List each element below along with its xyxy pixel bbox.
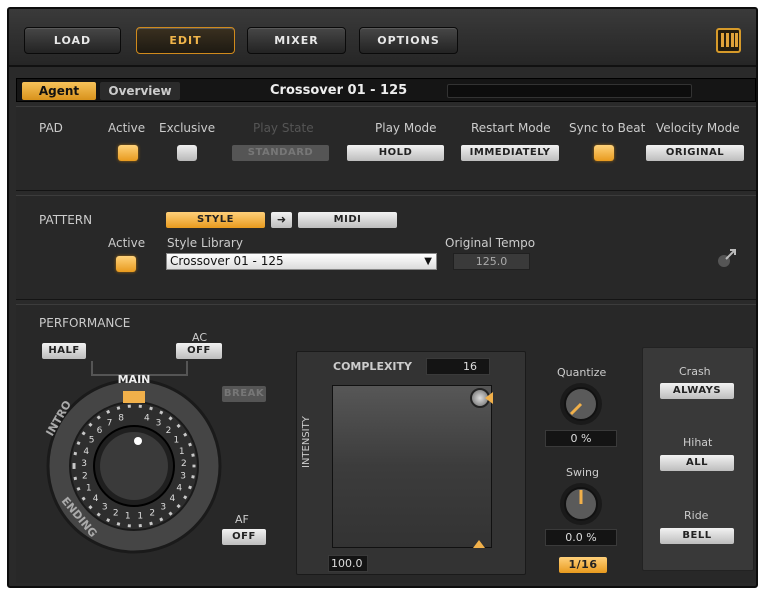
play-state-label: Play State [253,121,314,135]
pad-title: PAD [39,121,63,135]
restart-mode-label: Restart Mode [471,121,551,135]
tab-overview[interactable]: Overview [100,82,180,100]
pattern-progress-bar [447,84,692,98]
ride-button[interactable]: BELL [660,528,734,544]
style-library-label: Style Library [167,236,243,250]
crash-button[interactable]: ALWAYS [660,383,734,399]
expand-icon[interactable] [715,246,739,270]
wheel-number: 7 [107,418,113,428]
cymbal-panel: Crash ALWAYS Hihat ALL Ride BELL [642,347,754,571]
pattern-title: PATTERN [39,213,93,227]
intensity-value[interactable]: 100.0 [328,555,368,572]
arrow-right-icon[interactable]: ➜ [271,212,292,228]
intensity-marker-icon [473,540,485,548]
quantize-value[interactable]: 0 % [545,430,617,447]
ac-button[interactable]: OFF [176,343,222,359]
crash-label: Crash [679,365,711,378]
wheel-number: 1 [179,447,185,457]
play-mode-button[interactable]: HOLD [347,145,444,161]
options-tab-button[interactable]: OPTIONS [359,27,458,54]
pattern-name-title: Crossover 01 - 125 [270,83,408,98]
xy-pad-panel: COMPLEXITY 16 INTENSITY 100.0 [296,351,526,575]
swing-label: Swing [566,466,599,479]
half-button[interactable]: HALF [42,343,86,359]
hihat-button[interactable]: ALL [660,455,734,471]
wheel-number: 3 [102,503,108,513]
load-tab-button[interactable]: LOAD [24,27,121,54]
wheel-knob-pointer [134,437,142,445]
main-label: MAIN [118,373,151,386]
mixer-tab-button[interactable]: MIXER [247,27,346,54]
pattern-section: PATTERN STYLE ➜ MIDI Active Style Librar… [16,195,756,300]
style-button[interactable]: STYLE [166,212,265,228]
wheel-number: 8 [118,414,124,424]
wheel-number: 4 [144,414,150,424]
wheel-number: 4 [176,484,182,494]
quantize-knob[interactable] [556,381,606,427]
original-tempo-field[interactable]: 125.0 [453,253,530,270]
wheel-number: 3 [156,418,162,428]
chevron-down-icon: ▼ [424,256,432,267]
hihat-label: Hihat [683,436,713,449]
intensity-label: INTENSITY [301,416,312,468]
complexity-label: COMPLEXITY [333,360,412,373]
pattern-active-toggle[interactable] [116,256,136,272]
wheel-number: 4 [170,494,176,504]
wheel-number: 3 [180,472,186,482]
pad-active-label: Active [108,121,146,135]
exclusive-label: Exclusive [159,121,216,135]
performance-title: PERFORMANCE [39,316,131,330]
restart-mode-button[interactable]: IMMEDIATELY [461,145,559,161]
wheel-number: 1 [86,484,92,494]
style-library-value: Crossover 01 - 125 [170,254,284,268]
sync-to-beat-label: Sync to Beat [569,121,646,135]
swing-value[interactable]: 0.0 % [545,529,617,546]
quantize-label: Quantize [557,366,607,379]
midi-button[interactable]: MIDI [298,212,397,228]
pattern-active-label: Active [108,236,146,250]
wheel-number: 2 [82,472,88,482]
play-state-button[interactable]: STANDARD [232,145,329,161]
velocity-mode-button[interactable]: ORIGINAL [646,145,744,161]
wheel-number: 1 [137,512,143,522]
ride-label: Ride [684,509,709,522]
wheel-number: 2 [113,509,119,519]
wheel-number: 4 [93,494,99,504]
wheel-number: 3 [160,503,166,513]
sync-to-beat-toggle[interactable] [594,145,614,161]
wheel-number: 4 [83,447,89,457]
performance-wheel[interactable]: MAIN INTRO ENDING FILL 4 3211234432112341… [37,361,227,561]
piano-keyboard-icon[interactable] [716,28,741,53]
wheel-number: 1 [174,436,180,446]
swing-knob[interactable] [556,481,606,527]
complexity-marker-icon [485,392,493,404]
wheel-number: 2 [166,426,172,436]
play-mode-label: Play Mode [375,121,437,135]
pad-section: PAD Active Exclusive Play State STANDARD… [16,106,756,191]
wheel-number: 2 [181,459,187,469]
edit-tab-button[interactable]: EDIT [136,27,235,54]
exclusive-toggle[interactable] [177,145,197,161]
wheel-number: 1 [125,512,131,522]
af-label: AF [235,513,249,526]
top-nav-bar: LOAD EDIT MIXER OPTIONS [9,9,756,67]
app-window: LOAD EDIT MIXER OPTIONS Agent Overview C… [7,7,758,588]
main-indicator [123,391,145,403]
xy-pad-surface[interactable] [332,385,493,548]
complexity-value[interactable]: 16 [426,358,490,375]
agent-bar: Agent Overview Crossover 01 - 125 [16,78,756,102]
wheel-number: 3 [81,459,87,469]
tab-agent[interactable]: Agent [22,82,96,100]
af-button[interactable]: OFF [222,529,266,545]
wheel-number: 6 [97,426,103,436]
velocity-mode-label: Velocity Mode [656,121,740,135]
swing-grid-button[interactable]: 1/16 [559,557,607,573]
fill-label: FILL [224,457,227,483]
pad-active-toggle[interactable] [118,145,138,161]
original-tempo-label: Original Tempo [445,236,536,250]
wheel-number: 5 [89,436,95,446]
break-button[interactable]: BREAK [222,386,266,402]
wheel-number: 2 [149,509,155,519]
style-library-dropdown[interactable]: Crossover 01 - 125 ▼ [166,253,437,270]
